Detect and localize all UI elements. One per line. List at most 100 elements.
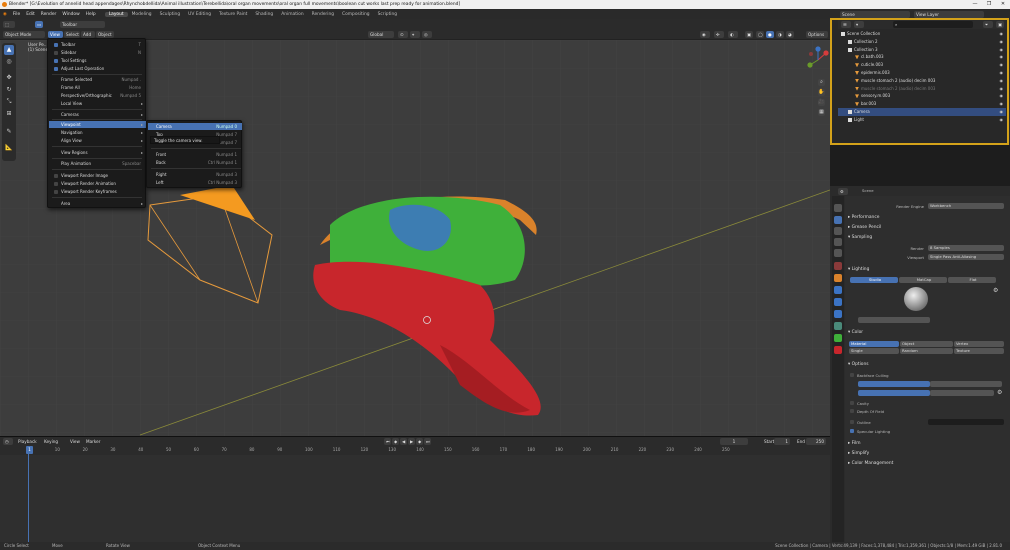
axis-gizmo-icon[interactable] <box>805 45 831 75</box>
menu-edit[interactable]: Edit <box>23 12 38 17</box>
studio-light-rotation-field[interactable] <box>858 317 930 323</box>
shading-wire-icon[interactable]: ◯ <box>756 31 764 38</box>
section-lighting[interactable]: ▾ Lighting <box>848 267 869 272</box>
shading-material-icon[interactable]: ◑ <box>776 31 784 38</box>
navigation-gizmo[interactable] <box>805 45 831 105</box>
end-frame-field[interactable]: 250 <box>806 438 826 445</box>
jump-end-icon[interactable]: ⏭ <box>424 438 431 445</box>
select-box-icon[interactable]: ▭ <box>35 20 43 28</box>
object-tab-icon[interactable] <box>834 274 842 282</box>
scene-tab-icon[interactable] <box>834 249 842 257</box>
rotate-tool-icon[interactable]: ↻ <box>4 85 14 95</box>
select-tool-icon[interactable]: ▲ <box>4 45 14 55</box>
scene-selector[interactable]: Scene <box>840 10 910 18</box>
section-color-management[interactable]: ▸ Color Management <box>848 461 893 466</box>
output-tab-icon[interactable] <box>834 227 842 235</box>
measure-tool-icon[interactable]: 📐 <box>4 143 14 153</box>
menu-item-local-view[interactable]: Local View ▸ <box>49 100 146 107</box>
section-performance[interactable]: ▸ Performance <box>848 215 879 220</box>
menu-item-viewport-render-image[interactable]: Viewport Render Image <box>49 172 146 179</box>
proportional-icon[interactable]: ◎ <box>422 31 432 38</box>
menu-item-viewpoint[interactable]: Viewpoint ▸ <box>49 121 146 128</box>
move-tool-icon[interactable]: ✥ <box>4 73 14 83</box>
viewport-samples-dropdown[interactable]: Single Pass Anti-Aliasing <box>928 254 1004 260</box>
workspace-tab-animation[interactable]: Animation <box>277 12 307 17</box>
workspace-tab-sculpting[interactable]: Sculpting <box>156 12 185 17</box>
menu-keying[interactable]: Keying <box>42 438 64 445</box>
jump-start-icon[interactable]: ⏮ <box>384 438 391 445</box>
shadow-slider[interactable] <box>858 390 930 396</box>
cursor-tool-icon[interactable]: ◎ <box>4 57 14 67</box>
shading-solid-icon[interactable]: ● <box>766 31 774 38</box>
menu-item-tool-settings[interactable]: Tool Settings <box>49 57 146 64</box>
section-film[interactable]: ▸ Film <box>848 441 861 446</box>
timeline-editor-icon[interactable]: ◷ <box>3 438 13 445</box>
frame-ruler[interactable]: 0102030405060708090100110120130140150160… <box>0 446 830 455</box>
world-tab-icon[interactable] <box>834 262 842 270</box>
start-frame-field[interactable]: 1 <box>774 438 790 445</box>
play-icon[interactable]: ▶ <box>408 438 415 445</box>
workspace-tab-rendering[interactable]: Rendering <box>308 12 338 17</box>
workspace-tab-scripting[interactable]: Scripting <box>374 12 402 17</box>
close-button[interactable]: ✕ <box>996 0 1010 9</box>
menu-item-cameras[interactable]: Cameras ▸ <box>49 111 146 118</box>
menu-item-view-regions[interactable]: View Regions ▸ <box>49 149 146 156</box>
particles-tab-icon[interactable] <box>834 298 842 306</box>
menu-file[interactable]: File <box>10 12 23 17</box>
shadow-settings-gear-icon[interactable]: ⚙ <box>997 389 1002 396</box>
studio-light-sphere[interactable] <box>904 287 928 311</box>
scale-tool-icon[interactable]: ⤡ <box>4 97 14 107</box>
timeline-area[interactable] <box>0 446 830 542</box>
snap-icon[interactable]: ⌖ <box>410 31 420 38</box>
toolbar-label[interactable]: Toolbar <box>60 20 105 28</box>
menu-marker[interactable]: Marker <box>84 438 104 445</box>
submenu-item-camera[interactable]: Camera Numpad 0 <box>148 123 242 130</box>
menu-item-sidebar[interactable]: Sidebar N <box>49 49 146 56</box>
camera-view-icon[interactable]: 🎥 <box>818 99 825 106</box>
pivot-icon[interactable]: ⊙ <box>398 31 408 38</box>
menu-item-frame-all[interactable]: Frame All Home <box>49 84 146 91</box>
menu-item-play-animation[interactable]: Play Animation Spacebar <box>49 160 146 167</box>
menu-window[interactable]: Window <box>59 12 82 17</box>
pan-view-icon[interactable]: ✋ <box>818 89 825 96</box>
tool-tab-icon[interactable] <box>834 204 842 212</box>
shading-render-icon[interactable]: ◕ <box>786 31 794 38</box>
menu-item-area[interactable]: Area ▸ <box>49 200 146 207</box>
menu-object[interactable]: Object <box>96 31 114 38</box>
transform-orientation[interactable]: Global <box>368 31 394 38</box>
ortho-toggle-icon[interactable]: ▦ <box>818 109 825 116</box>
render-engine-dropdown[interactable]: Workbench <box>928 203 1004 209</box>
menu-item-navigation[interactable]: Navigation ▸ <box>49 129 146 136</box>
lighting-matcap-button[interactable]: MatCap <box>899 277 947 283</box>
menu-item-toolbar[interactable]: Toolbar T <box>49 41 146 48</box>
lighting-flat-button[interactable]: Flat <box>948 277 996 283</box>
section-sampling[interactable]: ▾ Sampling <box>848 235 872 240</box>
menu-playback[interactable]: Playback <box>16 438 40 445</box>
constraint-tab-icon[interactable] <box>834 322 842 330</box>
menu-item-perspective-ortho[interactable]: Perspective/Orthographic Numpad 5 <box>49 92 146 99</box>
option-depth-of-field[interactable]: Depth Of Field <box>850 409 884 414</box>
maximize-button[interactable]: ❐ <box>982 0 996 9</box>
playhead-label[interactable]: 1 <box>26 446 33 454</box>
mode-selector[interactable]: Object Mode <box>3 31 45 38</box>
section-color[interactable]: ▾ Color <box>848 330 863 335</box>
lighting-studio-button[interactable]: Studio <box>850 277 898 283</box>
play-reverse-icon[interactable]: ◀ <box>400 438 407 445</box>
xray-icon[interactable]: ▣ <box>745 31 753 38</box>
editor-type-icon[interactable]: ⬚ <box>3 20 15 28</box>
transform-tool-icon[interactable]: ⊞ <box>4 109 14 119</box>
xray-slider-track[interactable] <box>930 381 1002 387</box>
workspace-tab-modeling[interactable]: Modeling <box>128 12 156 17</box>
options-button[interactable]: Options <box>806 31 828 38</box>
workspace-tab-uv-editing[interactable]: UV Editing <box>184 12 215 17</box>
option-specular-lighting[interactable]: Specular Lighting <box>850 429 890 434</box>
properties-editor-icon[interactable]: ⚙ <box>838 187 848 195</box>
option-outline[interactable]: Outline <box>850 420 871 425</box>
preferences-gear-icon[interactable]: ⚙ <box>993 287 998 294</box>
menu-item-frame-selected[interactable]: Frame Selected Numpad . <box>49 76 146 83</box>
submenu-item-left[interactable]: Left Ctrl Numpad 3 <box>148 179 242 186</box>
menu-item-viewport-render-animation[interactable]: Viewport Render Animation <box>49 180 146 187</box>
color-single-button[interactable]: Single <box>849 348 899 354</box>
visibility-icon[interactable]: ◉ <box>700 31 710 38</box>
color-vertex-button[interactable]: Vertex <box>954 341 1004 347</box>
